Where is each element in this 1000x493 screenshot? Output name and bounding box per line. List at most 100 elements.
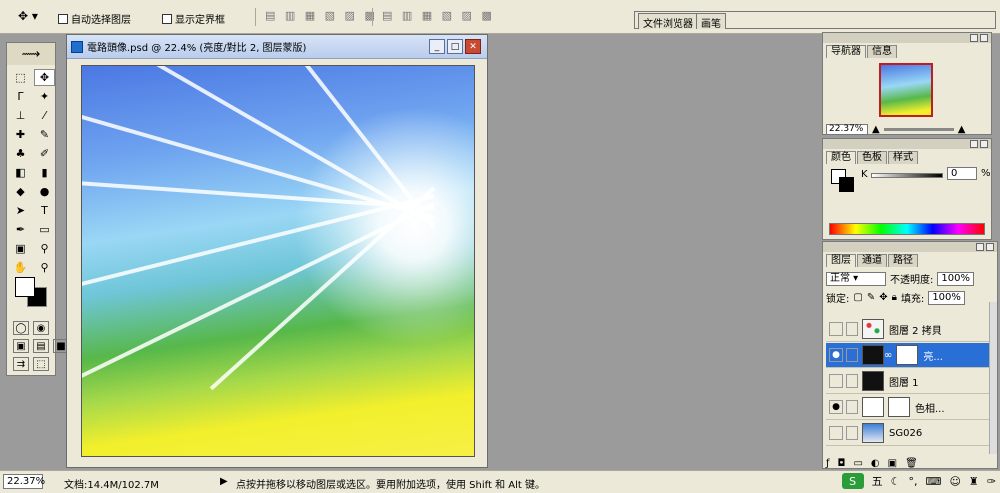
link-toggle[interactable] bbox=[846, 374, 858, 388]
jump-to-imageready-icon[interactable]: ⇉ bbox=[13, 357, 29, 371]
layer-mask-thumbnail[interactable] bbox=[896, 345, 919, 365]
jump-to-app-icon[interactable]: ⬚ bbox=[33, 357, 49, 371]
add-mask-icon[interactable]: ◘ bbox=[838, 458, 846, 469]
panel-header[interactable] bbox=[823, 242, 997, 252]
auto-select-checkbox[interactable]: 自动选择图层 bbox=[58, 11, 131, 26]
eyedropper-tool-icon[interactable]: ⚲ bbox=[34, 240, 55, 257]
eraser-tool-icon[interactable]: ◧ bbox=[10, 164, 31, 181]
brush-tool-icon[interactable]: ✎ bbox=[34, 126, 55, 143]
panel-header[interactable] bbox=[823, 33, 991, 43]
chain-icon[interactable]: ∞ bbox=[884, 350, 892, 361]
tab-swatches[interactable]: 色板 bbox=[857, 151, 887, 164]
layer-row[interactable]: ● ∞ 亮... bbox=[826, 343, 992, 368]
navigator-thumbnail[interactable] bbox=[879, 63, 933, 117]
link-toggle[interactable] bbox=[846, 400, 858, 414]
panel-header[interactable] bbox=[823, 139, 991, 149]
quickmask-mode-icon[interactable]: ◉ bbox=[33, 321, 49, 335]
show-bounds-box[interactable] bbox=[162, 13, 172, 24]
standard-mode-icon[interactable]: ◯ bbox=[13, 321, 29, 335]
tab-styles[interactable]: 样式 bbox=[888, 151, 918, 164]
keyboard-icon[interactable]: ⌨ bbox=[926, 475, 942, 488]
auto-select-box[interactable] bbox=[58, 13, 68, 24]
stamp-tool-icon[interactable]: ♣ bbox=[10, 145, 31, 162]
pen-tool-icon[interactable]: ✒ bbox=[10, 221, 31, 238]
toolbox-header-icon[interactable]: ⟿ bbox=[7, 43, 55, 65]
zoom-slider[interactable] bbox=[883, 128, 954, 131]
marquee-tool-icon[interactable]: ⬚ bbox=[10, 69, 31, 86]
tab-info[interactable]: 信息 bbox=[867, 45, 897, 58]
link-toggle[interactable] bbox=[846, 426, 858, 440]
new-set-icon[interactable]: ▭ bbox=[853, 458, 862, 469]
move-tool-icon[interactable]: ✥ bbox=[34, 69, 55, 86]
document-titlebar[interactable]: 電路頭像.psd @ 22.4% (亮度/對比 2, 图层蒙版) bbox=[67, 35, 487, 59]
visibility-toggle[interactable] bbox=[829, 374, 843, 388]
opacity-field[interactable]: 100% bbox=[937, 271, 974, 286]
layer-mask-thumbnail[interactable] bbox=[888, 397, 910, 417]
layer-row[interactable]: ● 色相... bbox=[826, 395, 992, 420]
lasso-tool-icon[interactable]: ᒥ bbox=[10, 88, 31, 105]
lock-position-icon[interactable]: ✥ bbox=[879, 292, 887, 303]
gradient-tool-icon[interactable]: ▮ bbox=[34, 164, 55, 181]
foreground-color[interactable] bbox=[15, 277, 35, 297]
ime-mode[interactable]: 五 bbox=[872, 473, 883, 489]
ime-logo-icon[interactable]: S bbox=[841, 473, 864, 489]
distribute-buttons-icon[interactable]: ▤ ▥ ▦ ▧ ▨ ▩ bbox=[382, 9, 495, 22]
close-icon[interactable]: ✕ bbox=[465, 39, 481, 54]
layer-row[interactable]: 图層 1 bbox=[826, 369, 992, 394]
align-buttons-icon[interactable]: ▤ ▥ ▦ ▧ ▨ ▩ bbox=[265, 9, 378, 22]
move-tool-preset-icon[interactable]: ✥ ▾ bbox=[18, 9, 38, 23]
crop-tool-icon[interactable]: ⊥ bbox=[10, 107, 31, 124]
panel-minimize-icon[interactable] bbox=[970, 140, 978, 148]
lock-all-icon[interactable]: 🔒︎ bbox=[892, 292, 897, 303]
tab-color[interactable]: 颜色 bbox=[826, 151, 856, 164]
history-brush-tool-icon[interactable]: ✐ bbox=[34, 145, 55, 162]
blend-mode-select[interactable]: 正常 ▾ bbox=[826, 271, 886, 286]
slice-tool-icon[interactable]: ⁄ bbox=[34, 107, 55, 124]
zoom-field[interactable]: 22.37% bbox=[3, 474, 45, 489]
screen-mode-full-menu-icon[interactable]: ▤ bbox=[33, 339, 49, 353]
panel-minimize-icon[interactable] bbox=[970, 34, 978, 42]
type-tool-icon[interactable]: T bbox=[34, 202, 55, 219]
path-select-tool-icon[interactable]: ➤ bbox=[10, 202, 31, 219]
add-style-icon[interactable]: ƒ bbox=[826, 458, 830, 469]
show-bounds-checkbox[interactable]: 显示定界框 bbox=[162, 11, 225, 26]
dodge-tool-icon[interactable]: ● bbox=[34, 183, 55, 200]
document-info[interactable]: 文档:14.4M/102.7M bbox=[64, 476, 159, 491]
link-toggle[interactable] bbox=[846, 322, 858, 336]
moon-icon[interactable]: ☾ bbox=[891, 475, 901, 488]
screen-mode-standard-icon[interactable]: ▣ bbox=[13, 339, 29, 353]
zoom-in-icon[interactable]: ▲ bbox=[958, 124, 966, 135]
zoom-tool-icon[interactable]: ⚲ bbox=[34, 259, 55, 276]
layers-scrollbar[interactable] bbox=[989, 302, 997, 454]
k-value-field[interactable]: 0 bbox=[947, 167, 977, 180]
tab-brushes[interactable]: 画笔 bbox=[696, 13, 726, 30]
punctuation-icon[interactable]: °, bbox=[909, 475, 918, 488]
magic-wand-tool-icon[interactable]: ✦ bbox=[34, 88, 55, 105]
new-layer-icon[interactable]: ▣ bbox=[888, 458, 897, 469]
navigator-zoom-field[interactable]: 22.37% bbox=[826, 124, 868, 135]
layer-row[interactable]: SG026 bbox=[826, 421, 992, 446]
delete-layer-icon[interactable]: 🗑︎ bbox=[905, 458, 918, 469]
tab-file-browser[interactable]: 文件浏览器 bbox=[638, 13, 698, 30]
new-adjustment-icon[interactable]: ◐ bbox=[871, 458, 880, 469]
k-slider[interactable] bbox=[871, 173, 943, 178]
layer-row[interactable]: 图層 2 拷貝 bbox=[826, 317, 992, 342]
tab-channels[interactable]: 通道 bbox=[857, 254, 887, 267]
blur-tool-icon[interactable]: ◆ bbox=[10, 183, 31, 200]
panel-minimize-icon[interactable] bbox=[976, 243, 984, 251]
panel-close-icon[interactable] bbox=[980, 34, 988, 42]
link-toggle[interactable] bbox=[846, 348, 858, 362]
tab-paths[interactable]: 路径 bbox=[888, 254, 918, 267]
shape-tool-icon[interactable]: ▭ bbox=[34, 221, 55, 238]
eye-icon[interactable]: ● bbox=[829, 348, 843, 362]
healing-brush-tool-icon[interactable]: ✚ bbox=[10, 126, 31, 143]
minimize-icon[interactable]: _ bbox=[429, 39, 445, 54]
user-icon[interactable]: ☺ bbox=[949, 475, 960, 488]
panel-close-icon[interactable] bbox=[980, 140, 988, 148]
visibility-toggle[interactable] bbox=[829, 322, 843, 336]
tab-navigator[interactable]: 导航器 bbox=[826, 45, 866, 58]
panel-close-icon[interactable] bbox=[986, 243, 994, 251]
zoom-out-icon[interactable]: ▲ bbox=[872, 124, 880, 135]
lock-image-icon[interactable]: ✎ bbox=[867, 292, 875, 303]
eye-icon[interactable]: ● bbox=[829, 400, 843, 414]
